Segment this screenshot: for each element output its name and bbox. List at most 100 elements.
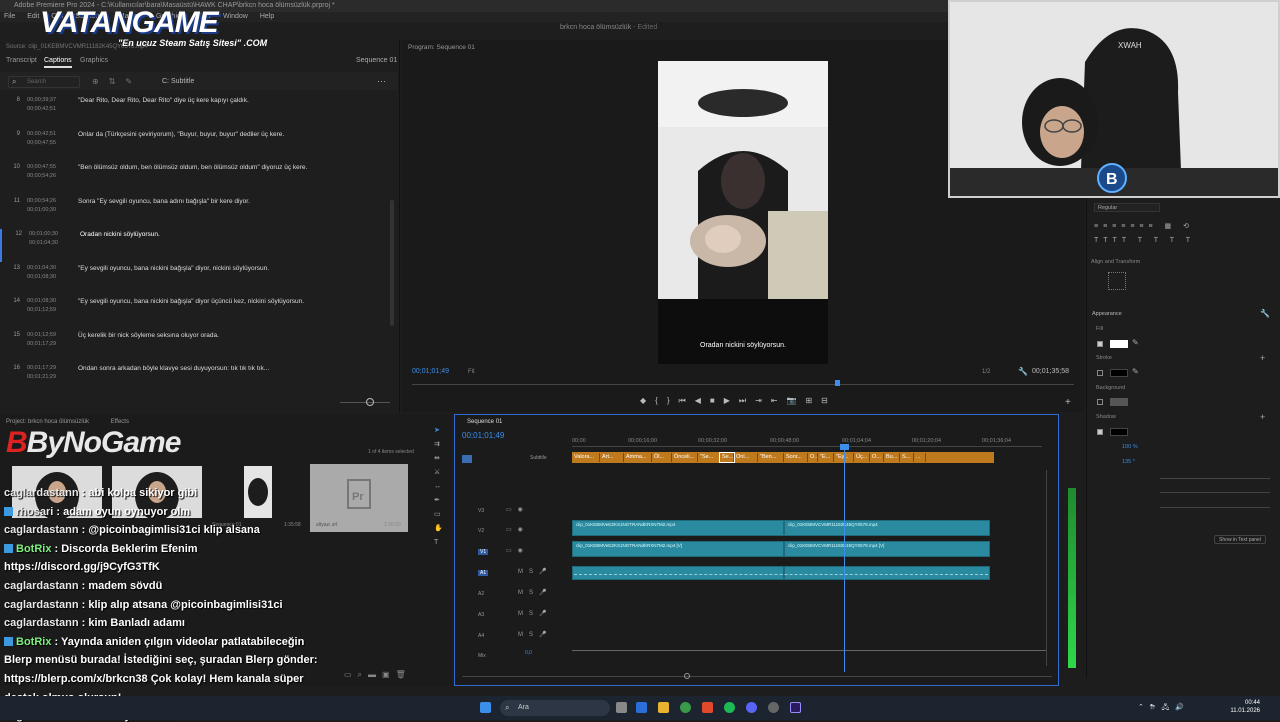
caption-out-timecode[interactable]: 00;01;04;30 xyxy=(29,240,58,246)
font-style-select[interactable]: Regular xyxy=(1094,203,1160,212)
caption-in-timecode[interactable]: 00;01;00;30 xyxy=(29,231,58,237)
add-button-icon[interactable]: + xyxy=(1065,397,1071,408)
hand-tool-icon[interactable]: ✋ xyxy=(434,522,446,536)
add-shadow-icon[interactable]: + xyxy=(1260,412,1265,422)
program-scrubber[interactable] xyxy=(412,384,1074,385)
subtitle-clip[interactable]: O... xyxy=(870,453,884,462)
caption-in-timecode[interactable]: 00;01;08;30 xyxy=(27,298,56,304)
subtitle-clip[interactable]: Üç... xyxy=(854,453,870,462)
type-tool-icon[interactable]: T xyxy=(434,536,446,550)
menu-help[interactable]: Help xyxy=(260,13,274,20)
track-target-c1[interactable] xyxy=(462,455,472,463)
ripple-tool-icon[interactable]: ⇹ xyxy=(434,452,446,466)
subtitle-clip[interactable]: Amma... xyxy=(624,453,652,462)
zoom-fit-select[interactable]: Fit xyxy=(468,369,475,375)
go-to-in-button[interactable]: ⏮ xyxy=(679,396,686,410)
subtitle-clip[interactable]: Bu... xyxy=(884,453,900,462)
caption-text[interactable]: "Ben ölümsüz oldum, ben ölümsüz oldum, b… xyxy=(78,164,307,171)
caption-text[interactable]: Oradan nickini söylüyorsun. xyxy=(80,231,160,238)
chrome-icon[interactable] xyxy=(680,702,691,713)
fill-checkbox[interactable] xyxy=(1097,341,1103,347)
razor-tool-icon[interactable]: ⚔ xyxy=(434,466,446,480)
eyedropper-icon[interactable]: ✎ xyxy=(1132,367,1139,376)
position-grid[interactable] xyxy=(1108,272,1126,290)
caption-out-timecode[interactable]: 00;00;42;51 xyxy=(27,106,56,112)
caption-row[interactable]: 15 00;01;12;59 00;01;17;29 Üç kerelik bir n… xyxy=(0,330,396,363)
subtitle-clip[interactable]: ... xyxy=(914,453,926,462)
shadow-angle-value[interactable]: 135 ° xyxy=(1122,459,1135,465)
caption-in-timecode[interactable]: 00;01;12;59 xyxy=(27,332,56,338)
video-clip-v2-a[interactable]: clip_01KEBMVeEZKS1NGTRANdKRXN7M2.mp4 xyxy=(572,520,784,536)
timeline-zoom-handle[interactable] xyxy=(684,673,690,679)
play-button[interactable]: ▶ xyxy=(724,396,730,410)
obs-icon[interactable] xyxy=(768,702,779,713)
text-align-buttons[interactable]: ≡≡≡≡≡≡≡ ▦ ⟲ xyxy=(1094,222,1194,230)
timeline-tab[interactable]: Sequence 01 xyxy=(467,419,502,425)
export-frame-icon[interactable]: 📷 xyxy=(786,396,796,410)
text-style-buttons[interactable]: TTTT T T T T xyxy=(1094,237,1195,244)
caption-in-timecode[interactable]: 00;00;39;37 xyxy=(27,97,56,103)
track-select-tool-icon[interactable]: ⇉ xyxy=(434,438,446,452)
track-label-a1[interactable]: A1 xyxy=(478,570,489,576)
go-to-out-button[interactable]: ⏭ xyxy=(739,396,746,410)
subtitle-clip[interactable]: Se... xyxy=(719,452,735,463)
caption-tools-icons[interactable]: ⊕⇅✎ xyxy=(92,77,142,86)
chat-username[interactable]: caglardastann xyxy=(4,487,79,499)
subtitle-clip[interactable]: Sonr... xyxy=(784,453,808,462)
stroke-checkbox[interactable] xyxy=(1097,370,1103,376)
subtitle-clip[interactable]: S... xyxy=(900,453,914,462)
track-a3-controls[interactable]: MS🎤 xyxy=(518,610,553,617)
track-label-v1[interactable]: V1 xyxy=(478,549,489,555)
tab-graphics[interactable]: Graphics xyxy=(80,57,108,64)
caption-text[interactable]: Sonra "Ey sevgili oyuncu, bana adını bağ… xyxy=(78,198,250,205)
settings-button[interactable]: ⊟ xyxy=(821,396,828,410)
program-playhead[interactable] xyxy=(835,380,840,386)
mark-in-button[interactable]: { xyxy=(655,396,658,410)
program-timecode[interactable]: 00;01;01;49 xyxy=(412,368,449,375)
captions-search-input[interactable]: Search xyxy=(8,76,80,88)
chat-username[interactable]: caglardastann xyxy=(4,580,79,592)
subtitle-clip[interactable]: Onl... xyxy=(734,453,758,462)
video-clip-v2-b[interactable]: clip_01KEBMVCVMR11182K45QY0578.mp4 xyxy=(784,520,990,536)
shadow-opacity-value[interactable]: 100 % xyxy=(1122,444,1138,450)
subtitle-track-selector[interactable]: C: Subtitle xyxy=(162,78,194,85)
step-back-button[interactable]: ◀ xyxy=(695,396,701,410)
menu-edit[interactable]: Edit xyxy=(27,13,39,20)
caption-in-timecode[interactable]: 00;00;42;51 xyxy=(27,131,56,137)
sequence-thumbnail[interactable] xyxy=(244,466,272,518)
subtitle-clip[interactable]: Valora... xyxy=(572,453,600,462)
chat-username[interactable]: BotRix xyxy=(16,543,51,555)
extract-button[interactable]: ⇤ xyxy=(771,396,778,410)
caption-text[interactable]: Onlar da (Türkçesini çeviriyorum), "Buyu… xyxy=(78,131,284,138)
tab-captions[interactable]: Captions xyxy=(44,57,72,68)
subtitle-clip[interactable]: O... xyxy=(808,453,818,462)
spotify-icon[interactable] xyxy=(724,702,735,713)
track-v3-controls[interactable]: ▭◉ xyxy=(506,506,529,513)
caption-row[interactable]: 12 00;01;00;30 00;01;04;30 Oradan nickini s… xyxy=(0,229,396,262)
background-checkbox[interactable] xyxy=(1097,399,1103,405)
comparison-view-button[interactable]: ⊞ xyxy=(805,396,812,410)
caption-in-timecode[interactable]: 00;00;54;26 xyxy=(27,198,56,204)
task-view-icon[interactable] xyxy=(616,702,627,713)
premiere-pro-icon[interactable] xyxy=(790,702,801,713)
discord-icon[interactable] xyxy=(746,702,757,713)
caption-text[interactable]: "Ey sevgili oyuncu, bana nickini bağışla… xyxy=(78,265,269,272)
video-clip-v1-a[interactable]: clip_01KEBMVeEZKS1NGTRANdKRXN7M2.mp4 [V] xyxy=(572,541,784,557)
show-in-text-panel-button[interactable]: Show in Text panel xyxy=(1214,535,1266,544)
background-color-swatch[interactable] xyxy=(1110,398,1128,406)
caption-out-timecode[interactable]: 00;00;47;55 xyxy=(27,140,56,146)
more-options-icon[interactable]: ⋯ xyxy=(377,76,386,87)
pen-tool-icon[interactable]: ✒ xyxy=(434,494,446,508)
lift-button[interactable]: ⇥ xyxy=(755,396,762,410)
brave-icon[interactable] xyxy=(702,702,713,713)
eyedropper-icon[interactable]: ✎ xyxy=(1132,338,1139,347)
caption-text[interactable]: Ondan sonra arkadan böyle klavye sesi du… xyxy=(78,365,269,372)
caption-out-timecode[interactable]: 00;01;12;59 xyxy=(27,307,56,313)
slip-tool-icon[interactable]: ↔ xyxy=(434,480,446,494)
caption-row[interactable]: 9 00;00;42;51 00;00;47;55 Onlar da (Türkçes… xyxy=(0,129,396,162)
timeline-timecode[interactable]: 00;01;01;49 xyxy=(462,431,504,440)
tab-effects[interactable]: Effects xyxy=(111,419,129,425)
track-v2-controls[interactable]: ▭◉ xyxy=(506,526,529,533)
copilot-icon[interactable] xyxy=(636,702,647,713)
timeline-playhead[interactable] xyxy=(844,446,845,672)
